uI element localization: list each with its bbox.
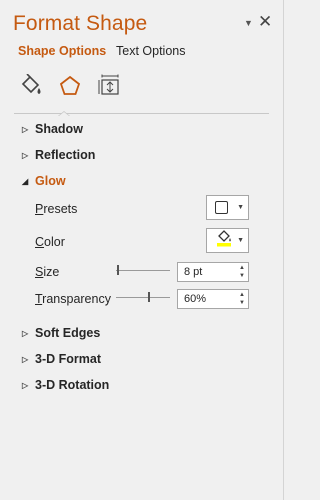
pane-title: Format Shape bbox=[13, 12, 148, 35]
size-label: Size bbox=[35, 265, 60, 279]
paint-bucket-icon[interactable] bbox=[17, 72, 45, 100]
expand-arrow-icon: ▷ bbox=[22, 380, 29, 390]
fill-color-icon bbox=[215, 229, 233, 252]
size-spinner[interactable]: 8 pt ▲ ▼ bbox=[177, 262, 249, 282]
tab-divider bbox=[14, 113, 269, 114]
format-shape-pane: Format Shape ▼ ✕ Shape Options Text Opti… bbox=[0, 0, 284, 500]
section-reflection[interactable]: ▷ Reflection bbox=[22, 148, 95, 162]
spinner-arrows-icon[interactable]: ▲ ▼ bbox=[239, 264, 245, 280]
expand-arrow-icon: ▷ bbox=[22, 150, 29, 160]
active-tab-indicator bbox=[58, 111, 70, 116]
transparency-value: 60% bbox=[184, 293, 207, 305]
collapse-arrow-icon: ◢ bbox=[22, 176, 29, 186]
transparency-slider[interactable] bbox=[116, 290, 170, 304]
color-dropdown[interactable]: ▼ bbox=[206, 228, 249, 253]
expand-arrow-icon: ▷ bbox=[22, 328, 29, 338]
expand-arrow-icon: ▷ bbox=[22, 124, 29, 134]
color-label: Color bbox=[35, 235, 65, 249]
section-shadow[interactable]: ▷ Shadow bbox=[22, 122, 83, 136]
slider-thumb[interactable] bbox=[148, 292, 150, 302]
presets-label: Presets bbox=[35, 202, 78, 216]
section-label: 3-D Format bbox=[35, 352, 101, 366]
transparency-label: Transparency bbox=[35, 292, 111, 306]
pentagon-icon[interactable] bbox=[56, 72, 84, 100]
size-value: 8 pt bbox=[184, 266, 203, 278]
section-label: Shadow bbox=[35, 122, 83, 136]
section-label: Reflection bbox=[35, 148, 96, 162]
size-slider[interactable] bbox=[116, 263, 170, 277]
chevron-down-icon: ▼ bbox=[237, 237, 244, 244]
section-label: Soft Edges bbox=[35, 326, 101, 340]
task-pane-options-icon[interactable]: ▼ bbox=[244, 18, 253, 28]
chevron-down-icon: ▼ bbox=[237, 204, 244, 211]
section-3d-format[interactable]: ▷ 3-D Format bbox=[22, 352, 101, 366]
section-3d-rotation[interactable]: ▷ 3-D Rotation bbox=[22, 378, 109, 392]
size-properties-icon[interactable] bbox=[96, 72, 124, 100]
section-soft-edges[interactable]: ▷ Soft Edges bbox=[22, 326, 100, 340]
transparency-spinner[interactable]: 60% ▲ ▼ bbox=[177, 289, 249, 309]
tab-text-options[interactable]: Text Options bbox=[116, 44, 185, 58]
section-label: 3-D Rotation bbox=[35, 378, 110, 392]
section-glow[interactable]: ◢ Glow bbox=[22, 174, 66, 188]
expand-arrow-icon: ▷ bbox=[22, 354, 29, 364]
preset-preview-icon bbox=[215, 201, 228, 214]
section-label: Glow bbox=[35, 174, 66, 188]
slider-thumb[interactable] bbox=[117, 265, 119, 275]
spinner-arrows-icon[interactable]: ▲ ▼ bbox=[239, 291, 245, 307]
close-icon[interactable]: ✕ bbox=[258, 12, 272, 32]
tab-shape-options[interactable]: Shape Options bbox=[18, 44, 106, 58]
presets-dropdown[interactable]: ▼ bbox=[206, 195, 249, 220]
